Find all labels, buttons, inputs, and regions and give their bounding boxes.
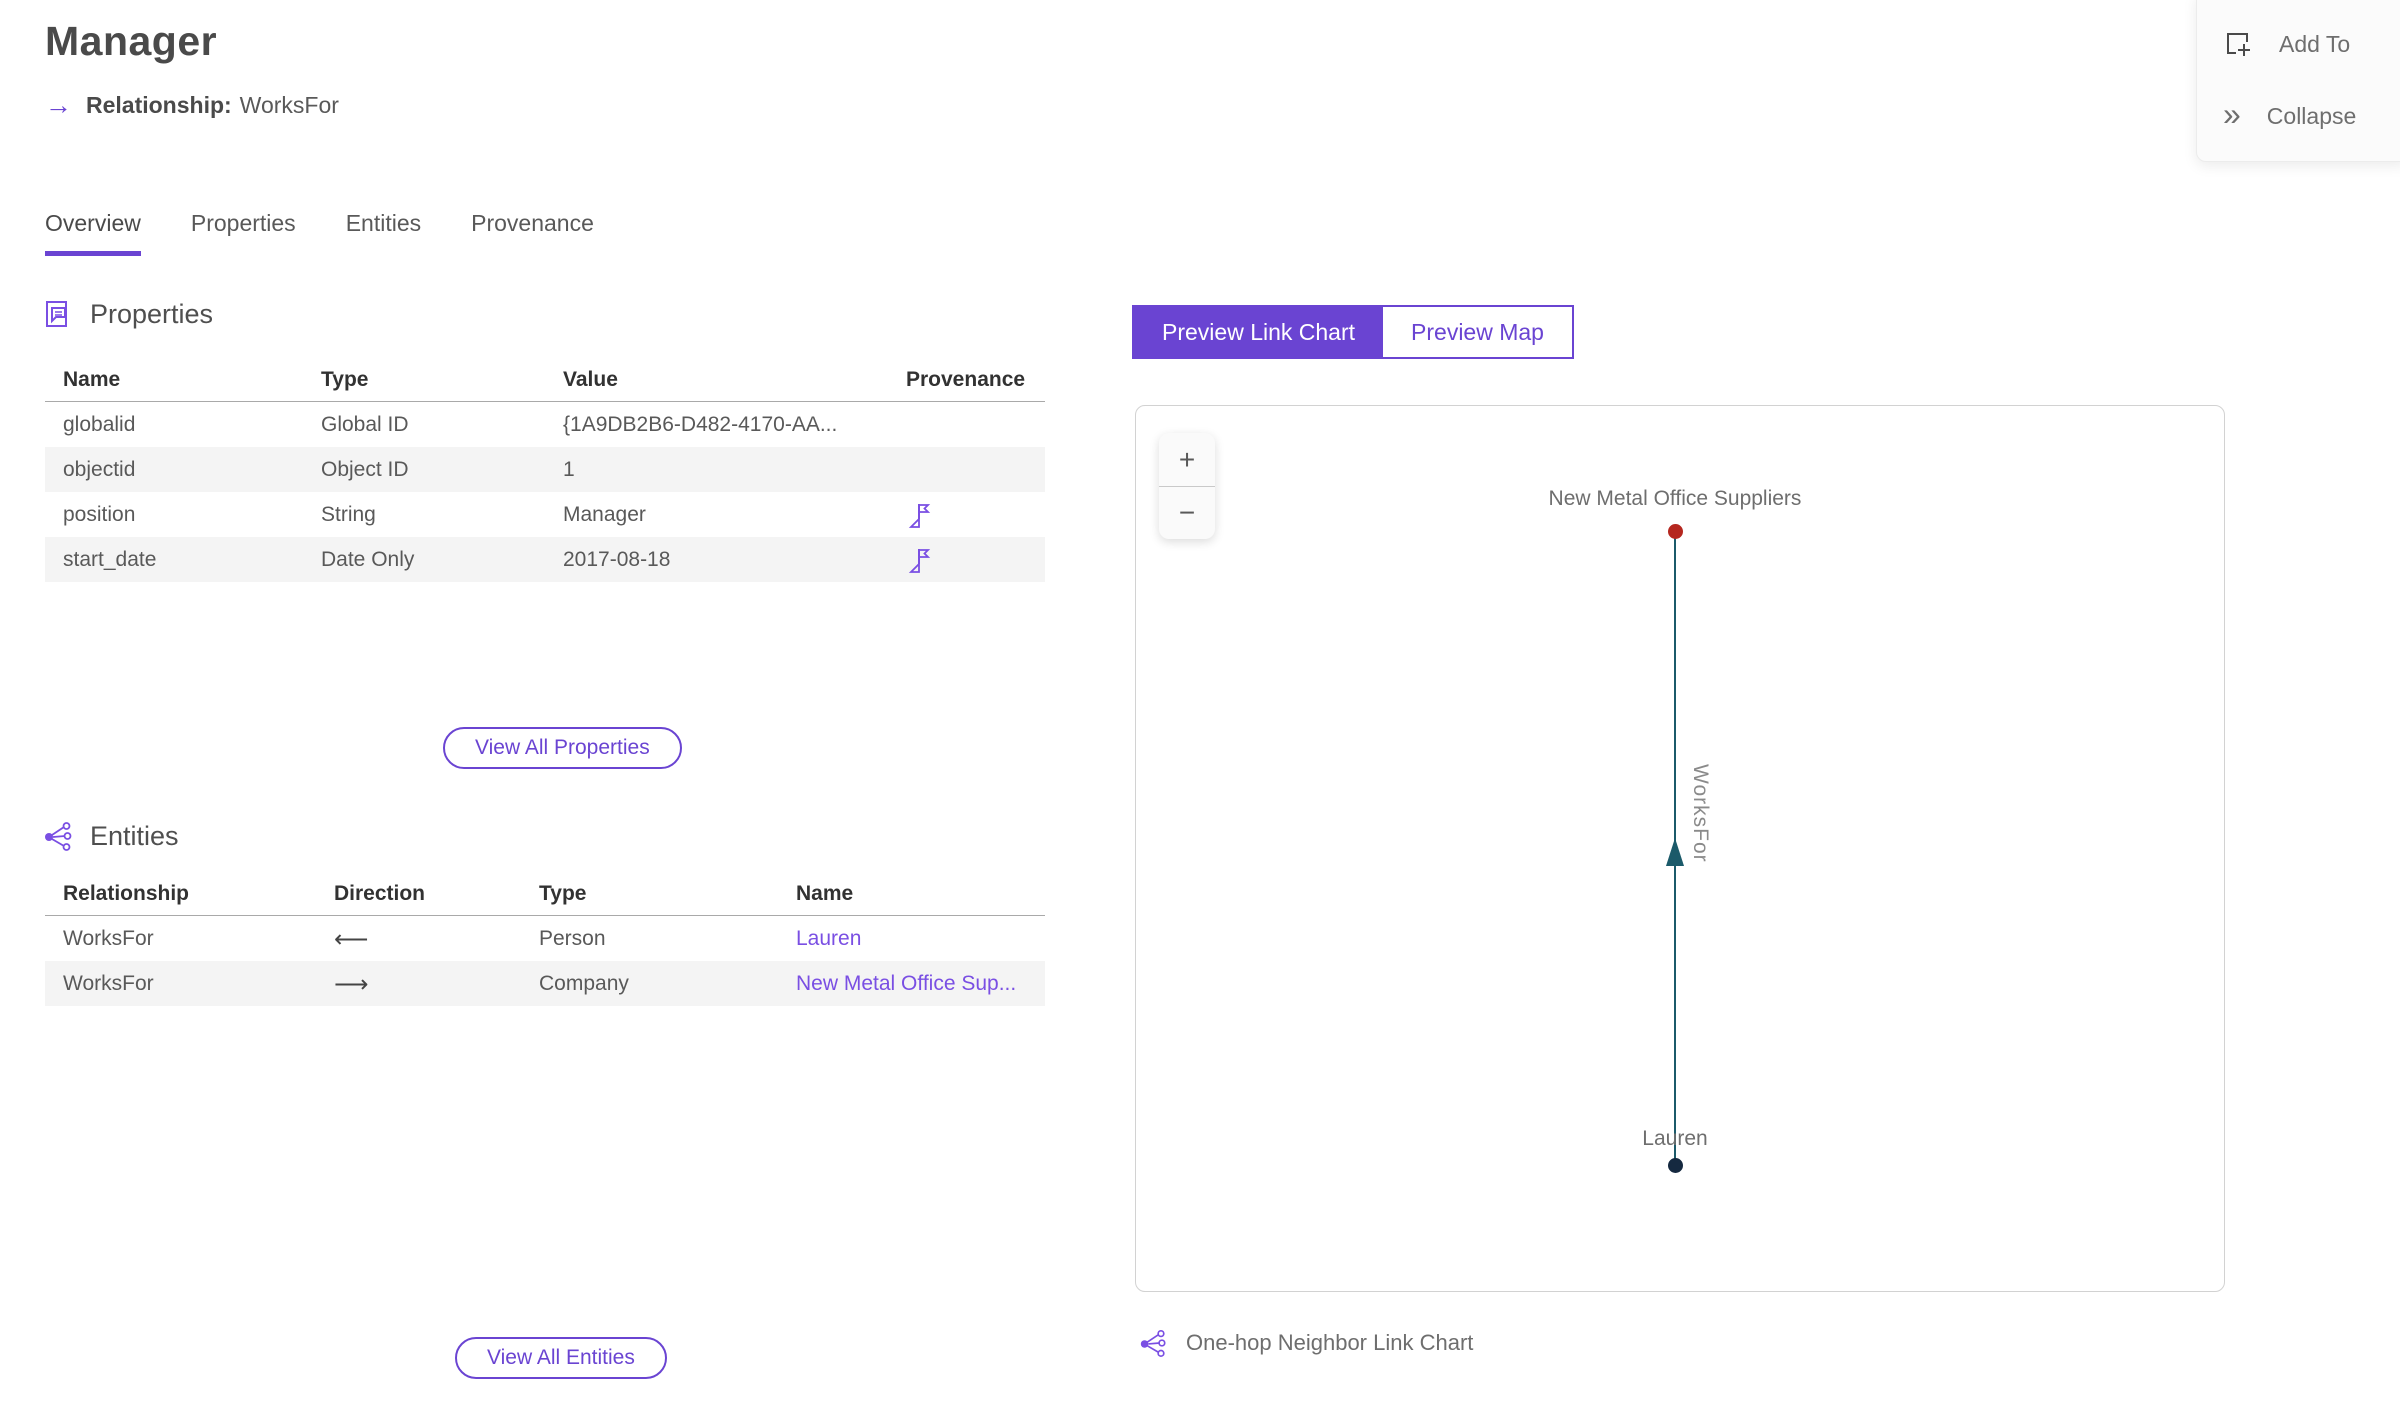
preview-link-chart-button[interactable]: Preview Link Chart <box>1134 307 1384 357</box>
zoom-out-button[interactable]: − <box>1159 486 1215 539</box>
tab-bar: Overview Properties Entities Provenance <box>45 210 594 256</box>
subtitle-value: WorksFor <box>239 92 339 118</box>
col-name: Name <box>796 881 854 905</box>
entity-name-link[interactable]: Lauren <box>796 927 861 950</box>
property-type: Object ID <box>321 457 409 481</box>
edge-label: WorksFor <box>1689 764 1712 863</box>
property-name: globalid <box>63 412 136 436</box>
tab-overview[interactable]: Overview <box>45 210 141 256</box>
one-hop-link-chart-icon <box>1140 1329 1166 1357</box>
table-row: WorksFor ⟶ Company New Metal Office Sup.… <box>45 961 1045 1006</box>
properties-table: Name Type Value Provenance globalid Glob… <box>45 358 1045 582</box>
property-type: Global ID <box>321 412 409 436</box>
property-name: start_date <box>63 547 157 571</box>
entities-link-chart-icon <box>45 822 72 851</box>
property-provenance <box>888 500 1045 530</box>
chart-caption: One-hop Neighbor Link Chart <box>1138 1328 1473 1358</box>
zoom-control: + − <box>1159 433 1215 539</box>
property-value: 1 <box>563 457 575 481</box>
entity-relationship: WorksFor <box>63 971 154 995</box>
add-to-label: Add To <box>2279 30 2351 57</box>
col-direction: Direction <box>334 881 426 905</box>
graph-node-company[interactable] <box>1668 524 1683 539</box>
tab-properties[interactable]: Properties <box>191 210 296 256</box>
tab-entities[interactable]: Entities <box>346 210 421 256</box>
col-type: Type <box>321 367 369 391</box>
relationship-subtitle: → Relationship: WorksFor <box>45 92 339 119</box>
property-provenance <box>888 545 1045 575</box>
add-to-icon <box>2227 33 2250 56</box>
entity-type: Person <box>539 926 606 950</box>
table-row: start_date Date Only 2017-08-18 <box>45 537 1045 582</box>
node-label-person: Lauren <box>1642 1127 1708 1150</box>
subtitle-label: Relationship: <box>86 92 232 118</box>
properties-table-header: Name Type Value Provenance <box>45 358 1045 402</box>
tab-provenance[interactable]: Provenance <box>471 210 594 256</box>
graph-node-person[interactable] <box>1668 1158 1683 1173</box>
actions-panel: Add To » Collapse <box>2196 0 2400 162</box>
entities-table: Relationship Direction Type Name WorksFo… <box>45 872 1045 1006</box>
edge-arrowhead-icon <box>1666 838 1684 866</box>
add-to-button[interactable]: Add To <box>2197 15 2400 73</box>
table-row: objectid Object ID 1 <box>45 447 1045 492</box>
view-all-entities-button[interactable]: View All Entities <box>455 1337 667 1379</box>
collapse-label: Collapse <box>2266 102 2357 129</box>
col-provenance: Provenance <box>906 367 1026 391</box>
table-row: globalid Global ID {1A9DB2B6-D482-4170-A… <box>45 402 1045 447</box>
entity-name-link[interactable]: New Metal Office Sup... <box>796 972 1016 995</box>
provenance-flag-icon[interactable] <box>906 545 932 575</box>
property-value: {1A9DB2B6-D482-4170-AA... <box>563 412 838 436</box>
relationship-arrow-icon: → <box>45 90 72 120</box>
node-label-company: New Metal Office Suppliers <box>1548 487 1802 510</box>
page-title: Manager <box>45 18 218 64</box>
direction-left-arrow: ⟵ <box>334 924 369 953</box>
col-value: Value <box>563 367 618 391</box>
entities-section-header: Entities <box>42 820 179 852</box>
collapse-chevrons-icon: » <box>2223 96 2241 132</box>
entities-section-title: Entities <box>90 820 179 851</box>
col-name: Name <box>63 367 121 391</box>
entity-type: Company <box>539 971 629 995</box>
chart-caption-text: One-hop Neighbor Link Chart <box>1186 1330 1474 1355</box>
property-name: position <box>63 502 136 526</box>
preview-map-button[interactable]: Preview Map <box>1383 307 1572 357</box>
property-value: 2017-08-18 <box>563 547 671 571</box>
provenance-flag-icon[interactable] <box>906 500 932 530</box>
properties-section-header: Properties <box>42 298 213 330</box>
col-type: Type <box>539 881 587 905</box>
col-relationship: Relationship <box>63 881 190 905</box>
property-name: objectid <box>63 457 136 481</box>
table-row: position String Manager <box>45 492 1045 537</box>
direction-right-arrow: ⟶ <box>334 969 369 998</box>
property-type: Date Only <box>321 547 415 571</box>
table-row: WorksFor ⟵ Person Lauren <box>45 916 1045 961</box>
view-all-properties-button[interactable]: View All Properties <box>443 727 682 769</box>
entities-table-header: Relationship Direction Type Name <box>45 872 1045 916</box>
property-type: String <box>321 502 376 526</box>
link-chart-canvas[interactable]: + − New Metal Office Suppliers WorksFor … <box>1135 405 2225 1292</box>
properties-section-title: Properties <box>90 298 214 329</box>
preview-toggle: Preview Link Chart Preview Map <box>1132 305 1574 359</box>
properties-icon <box>46 301 67 327</box>
property-value: Manager <box>563 502 646 526</box>
collapse-button[interactable]: » Collapse <box>2197 87 2400 145</box>
zoom-in-button[interactable]: + <box>1159 433 1215 486</box>
entity-relationship: WorksFor <box>63 926 154 950</box>
relationship-detail-page: Manager → Relationship: WorksFor Add To … <box>0 0 2400 1401</box>
